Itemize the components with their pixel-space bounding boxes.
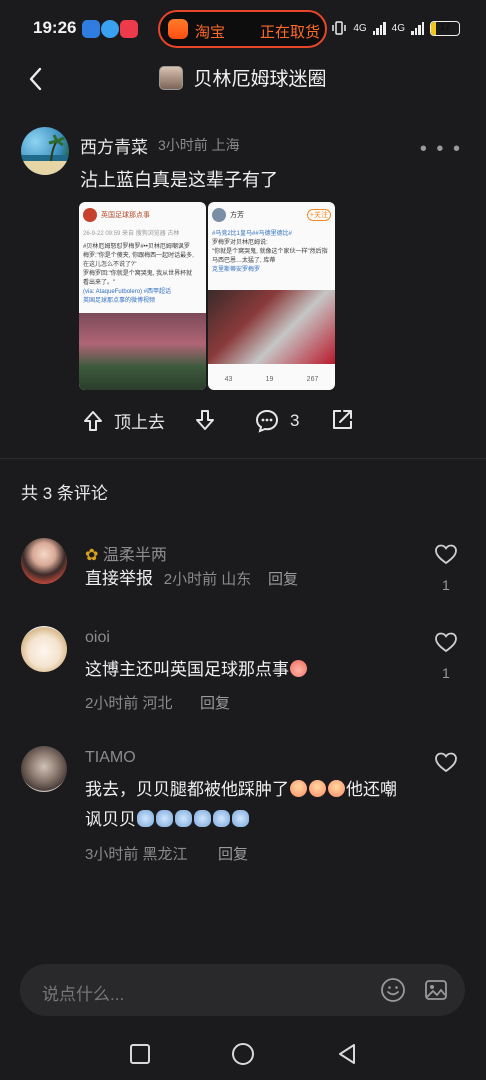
upvote-button[interactable]: 顶上去 [82,408,165,433]
weather-app-icon [101,20,119,38]
back-triangle-icon[interactable] [335,1042,359,1066]
header-title-group[interactable]: 贝林厄姆球迷圈 [0,64,486,91]
crying-emoji-icon [290,780,307,797]
top-header: 贝林厄姆球迷圈 [0,56,486,102]
image1-date: 26-9-22 09:59 来自 搜狗浏览器 古林 [83,231,180,237]
share-icon [333,410,352,429]
section-divider [0,458,486,459]
post-image-2[interactable]: 方芳 +关注 #马竞2比1皇马##马德里德比# 罗梅罗对贝林厄姆说: "你就是个… [208,202,335,390]
comments-header: 共 3 条评论 [21,484,108,503]
crying-emoji-icon [309,780,326,797]
image1-avatar [83,208,97,222]
image2-share-count: 43 [224,375,233,383]
vibrate-icon [332,21,347,35]
sunflower-badge-icon: ✿ [85,547,99,564]
post-meta: 3小时前 上海 [158,137,240,153]
reply-button[interactable]: 回复 [268,571,298,588]
image1-account: 英国足球那点事 [101,212,150,219]
image1-text: #贝林厄姆怒怼罗梅罗#••贝林厄姆嘲讽罗 梅罗:"你是个傻夹, 你跟梅西一起时话… [83,244,194,304]
share-button[interactable] [330,408,354,432]
heart-icon[interactable] [434,631,458,653]
heart-icon[interactable] [434,751,458,773]
comment-text: 直接举报 2小时前 山东 回复 [85,569,298,588]
signal-icon-2 [411,21,424,35]
arrow-down-icon [196,410,214,430]
status-icons: 4G 4G 17 [331,17,460,39]
image-picker-icon[interactable] [423,977,449,1003]
page-title: 贝林厄姆球迷圈 [193,69,327,90]
upvote-label: 顶上去 [114,413,165,432]
home-icon[interactable] [231,1042,255,1066]
comment-input-bar[interactable]: 说点什么... [20,964,465,1016]
network-label-2: 4G [391,22,405,34]
fish-emoji-icon [232,810,249,827]
post-content: 沾上蓝白真是这辈子有了 [80,170,278,190]
comment-input[interactable]: 说点什么... [42,980,124,1005]
image2-text: #马竞2比1皇马##马德里德比# 罗梅罗对贝林厄姆说: "你就是个窝哭鬼, 就像… [212,231,328,273]
image2-follow: +关注 [306,209,331,221]
image1-header: 英国足球那点事 [79,202,206,228]
image2-like-count: 267 [306,375,319,383]
live-activity-app: 淘宝 [195,24,226,41]
live-activity-status: 正在取货 [260,24,321,41]
clock: 19:26 [33,18,77,37]
comment-avatar[interactable] [21,626,67,672]
post-action-bar: 顶上去 3 [0,400,486,444]
image1-video-frame [79,313,206,390]
fish-emoji-icon [137,810,154,827]
system-nav-bar [0,1028,486,1080]
live-activity-pill[interactable]: 淘宝 正在取货 [158,10,327,48]
image2-avatar [212,208,226,222]
fish-emoji-icon [194,810,211,827]
emoji-smile-icon[interactable] [380,977,406,1003]
fish-emoji-icon [156,810,173,827]
comment-meta: 2小时前 河北 [85,695,173,712]
post-author-name[interactable]: 西方青菜 [80,133,148,158]
signal-icon-1 [372,21,386,35]
downvote-button[interactable] [194,408,216,432]
shield-app-icon [82,20,100,38]
comment-bubble-icon [255,409,279,433]
gift-app-icon [120,20,138,38]
comment-count: 3 [290,411,300,430]
image2-stats: 43 19 267 [208,368,335,390]
status-bar: 19:26 淘宝 正在取货 4G 4G 17 [0,0,486,60]
comment-button[interactable]: 3 [254,408,299,434]
battery-icon: 17 [430,20,460,36]
more-options-icon[interactable]: • • • [420,138,462,161]
reply-button[interactable]: 回复 [218,843,248,864]
comment-text: 我去，贝贝腿都被他踩肿了 他还嘲 讽贝贝 [85,780,397,829]
peach-emoji-icon [290,660,307,677]
heart-icon[interactable] [434,543,458,565]
post-author-avatar[interactable] [21,127,69,175]
taobao-logo-icon [168,19,188,39]
post-image-1[interactable]: 英国足球那点事 26-9-22 09:59 来自 搜狗浏览器 古林 #贝林厄姆怒… [79,202,206,390]
image2-video-frame [208,290,335,364]
comment-avatar[interactable] [21,746,67,792]
comment-author[interactable]: ✿ 温柔半两 [85,541,167,565]
battery-level: 17 [439,21,451,33]
network-label-1: 4G [353,22,367,34]
comment-text: 这博主还叫英国足球那点事 [85,655,445,685]
beach-scene-image [21,134,69,175]
crying-emoji-icon [328,780,345,797]
like-count: 1 [442,577,450,593]
like-count: 1 [442,665,450,681]
image2-header: 方芳 +关注 [208,202,335,228]
arrow-up-icon [84,410,102,431]
comment-meta: 3小时前 黑龙江 [85,846,188,863]
reply-button[interactable]: 回复 [200,692,230,713]
recent-apps-icon[interactable] [128,1042,152,1066]
comment-meta: 2小时前 山东 [163,571,252,588]
fish-emoji-icon [175,810,192,827]
fish-emoji-icon [213,810,230,827]
comment-avatar[interactable] [21,538,67,584]
comment-author[interactable]: oioi [85,629,110,647]
image2-account: 方芳 [230,212,244,219]
circle-avatar [159,65,184,90]
image2-comment-count: 19 [265,375,274,383]
comment-author[interactable]: TIAMO [85,749,136,767]
